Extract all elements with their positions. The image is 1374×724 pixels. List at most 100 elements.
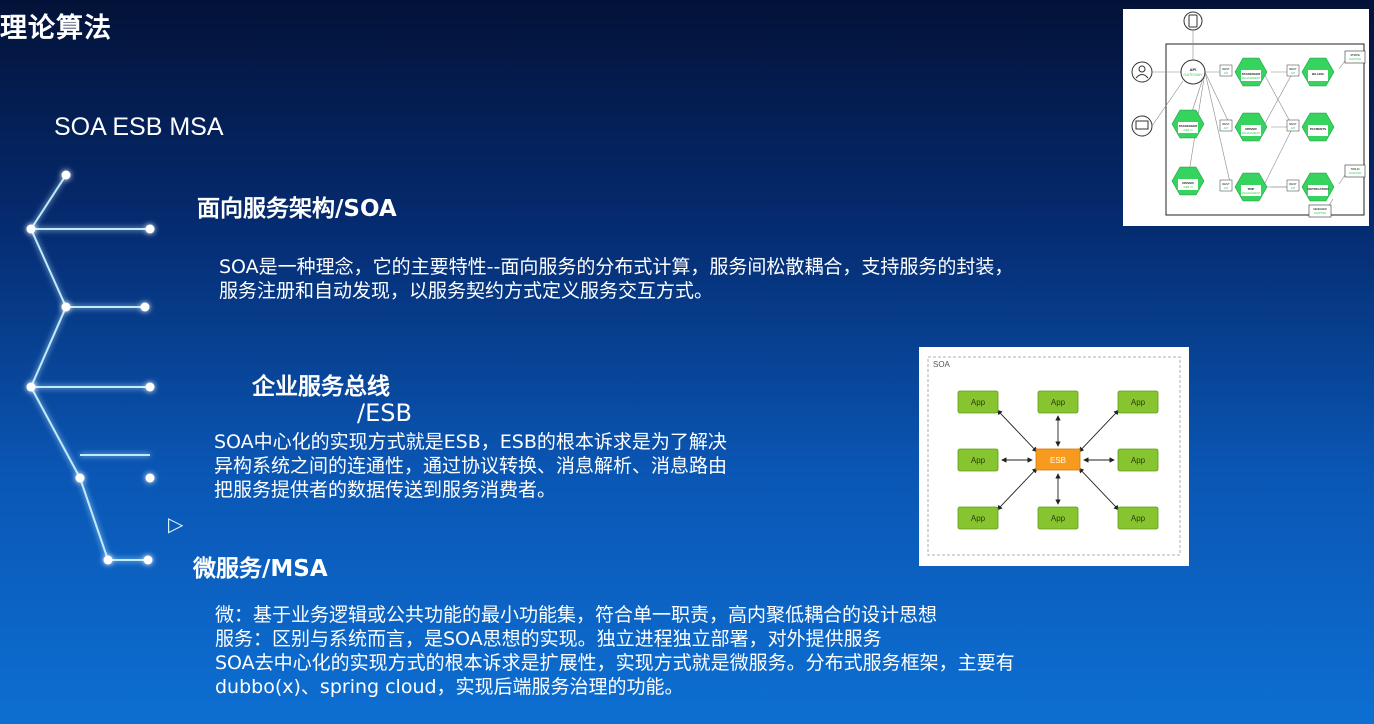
esb-app-node: App <box>957 448 999 472</box>
svg-text:API: API <box>1224 126 1229 130</box>
esb-heading-line1: 企业服务总线 <box>252 374 390 400</box>
esb-text: SOA中心化的实现方式就是ESB，ESB的根本诉求是为了解决 异构系统之间的连通… <box>214 430 904 502</box>
tree-node <box>61 170 71 180</box>
driver-management-node: DRIVERMANAGEMENTRESTAPI <box>1219 112 1268 142</box>
billing-node: BILLINGRESTAPI <box>1286 57 1335 87</box>
esb-connection-arrow <box>996 467 1038 511</box>
soa-heading: 面向服务架构/SOA <box>197 196 397 222</box>
svg-text:API: API <box>1224 186 1229 190</box>
page-subtitle: SOA ESB MSA <box>54 113 224 141</box>
svg-text:DRIVER: DRIVER <box>1182 181 1194 185</box>
svg-text:PASSENGER: PASSENGER <box>1242 72 1261 76</box>
svg-text:API: API <box>1291 186 1296 190</box>
tree-branch <box>79 477 109 561</box>
svg-text:MANAGEMENT: MANAGEMENT <box>1242 131 1261 135</box>
svg-text:GATEWAY: GATEWAY <box>1183 72 1203 77</box>
svg-text:MANAGEMENT: MANAGEMENT <box>1242 191 1261 195</box>
stripe-adapter: STRIPE ADAPTER <box>1344 50 1366 64</box>
esb-connection-arrow <box>1078 409 1120 453</box>
msa-line: 微：基于业务逻辑或公共功能的最小功能集，符合单一职责，高内聚低耦合的设计思想 <box>215 604 938 626</box>
svg-text:NOTIFICATION: NOTIFICATION <box>1307 187 1328 191</box>
tree-node <box>140 302 150 312</box>
soa-text: SOA是一种理念，它的主要特性--面向服务的分布式计算，服务间松散耦合，支持服务… <box>219 255 1279 303</box>
svg-text:ADAPTER: ADAPTER <box>1349 57 1361 61</box>
esb-app-node: App <box>1117 390 1159 414</box>
svg-text:WEB UI: WEB UI <box>1183 128 1193 132</box>
svg-text:DRIVER: DRIVER <box>1245 127 1257 131</box>
svg-text:App: App <box>1131 456 1146 465</box>
msa-line: SOA去中心化的实现方式的根本诉求是扩展性，实现方式就是微服务。分布式服务框架，… <box>215 652 1015 674</box>
svg-text:BILLING: BILLING <box>1312 72 1325 76</box>
svg-text:API: API <box>1291 71 1296 75</box>
esb-hub: ESB <box>1035 448 1081 471</box>
tree-branch <box>30 386 81 479</box>
page-title: 理论算法 <box>0 13 112 44</box>
svg-text:App: App <box>1051 398 1066 407</box>
svg-text:MANAGEMENT: MANAGEMENT <box>1242 76 1261 80</box>
svg-text:ADAPTER: ADAPTER <box>1314 211 1326 215</box>
tree-node <box>103 555 113 565</box>
tree-node <box>75 473 85 483</box>
sendgrid-adapter: SENDGRID ADAPTER <box>1308 204 1332 218</box>
tree-branch <box>30 174 67 230</box>
notification-node: NOTIFICATIONRESTAPI <box>1286 172 1335 202</box>
tree-node <box>26 224 36 234</box>
esb-line: 异构系统之间的连通性，通过协议转换、消息解析、消息路由 <box>214 455 728 477</box>
tree-branch <box>30 228 67 308</box>
svg-text:App: App <box>971 456 986 465</box>
msa-line: 服务：区别与系统而言，是SOA思想的实现。独立进程独立部署，对外提供服务 <box>215 628 882 650</box>
svg-text:App: App <box>1131 398 1146 407</box>
esb-app-node: App <box>1037 390 1079 414</box>
mobile-client-icon <box>1183 11 1203 31</box>
api-gateway-node: API GATEWAY <box>1180 59 1206 85</box>
microservices-architecture-image: API GATEWAY PASSENGER MANAGEMENT REST API BI… <box>1123 9 1369 226</box>
svg-text:TWILIO: TWILIO <box>1351 167 1360 171</box>
tree-node <box>61 302 71 312</box>
tree-node <box>145 473 155 483</box>
svg-text:PAYMENTS: PAYMENTS <box>1310 127 1326 131</box>
svg-text:App: App <box>1051 514 1066 523</box>
esb-heading-line2: /ESB <box>357 399 412 427</box>
esb-app-node: App <box>957 390 999 414</box>
esb-app-node: App <box>1117 506 1159 530</box>
soa-frame-label: SOA <box>933 360 951 369</box>
svg-text:App: App <box>1131 514 1146 523</box>
svg-text:PASSENGER: PASSENGER <box>1179 124 1198 128</box>
tree-node <box>143 555 153 565</box>
esb-connection-arrow <box>1078 467 1120 511</box>
msa-heading: 微服务/MSA <box>193 556 328 582</box>
driver-web-node: DRIVERWEB UI <box>1171 166 1205 196</box>
svg-text:API: API <box>1291 126 1296 130</box>
esb-line: 把服务提供者的数据传送到服务消费者。 <box>214 479 557 501</box>
tree-decoration <box>26 170 155 565</box>
svg-text:API: API <box>1224 71 1229 75</box>
svg-text:App: App <box>971 398 986 407</box>
svg-text:ESB: ESB <box>1050 456 1066 465</box>
payments-node: PAYMENTSRESTAPI <box>1286 112 1335 142</box>
trip-management-node: TRIPMANAGEMENTRESTAPI <box>1219 172 1268 202</box>
passenger-web-node: PASSENGERWEB UI <box>1171 109 1205 139</box>
play-icon: ▷ <box>168 512 184 536</box>
esb-line: SOA中心化的实现方式就是ESB，ESB的根本诉求是为了解决 <box>214 431 727 453</box>
svg-text:App: App <box>971 514 986 523</box>
desktop-client-icon <box>1131 115 1153 137</box>
msa-text: 微：基于业务逻辑或公共功能的最小功能集，符合单一职责，高内聚低耦合的设计思想 服… <box>215 603 1275 699</box>
svg-text:TRIP: TRIP <box>1248 187 1255 191</box>
svg-text:WEB UI: WEB UI <box>1183 185 1193 189</box>
msa-line: dubbo(x)、spring cloud，实现后端服务治理的功能。 <box>215 676 684 698</box>
esb-connection-arrow <box>996 409 1038 453</box>
svg-text:ADAPTER: ADAPTER <box>1349 171 1361 175</box>
user-client-icon <box>1131 61 1153 83</box>
svg-text:SENDGRID: SENDGRID <box>1313 207 1327 211</box>
svg-text:STRIPE: STRIPE <box>1350 53 1360 57</box>
twilio-adapter: TWILIO ADAPTER <box>1344 164 1366 178</box>
soa-line: SOA是一种理念，它的主要特性--面向服务的分布式计算，服务间松散耦合，支持服务… <box>219 256 1014 278</box>
esb-app-node: App <box>1117 448 1159 472</box>
tree-branch <box>30 306 67 388</box>
esb-diagram-image: SOA App App App App App App App App ESB <box>919 347 1189 566</box>
soa-line: 服务注册和自动发现，以服务契约方式定义服务交互方式。 <box>219 280 714 302</box>
esb-app-node: App <box>1037 506 1079 530</box>
tree-node <box>145 382 155 392</box>
tree-node <box>26 382 36 392</box>
passenger-management-node: PASSENGERMANAGEMENTRESTAPI <box>1219 57 1268 87</box>
